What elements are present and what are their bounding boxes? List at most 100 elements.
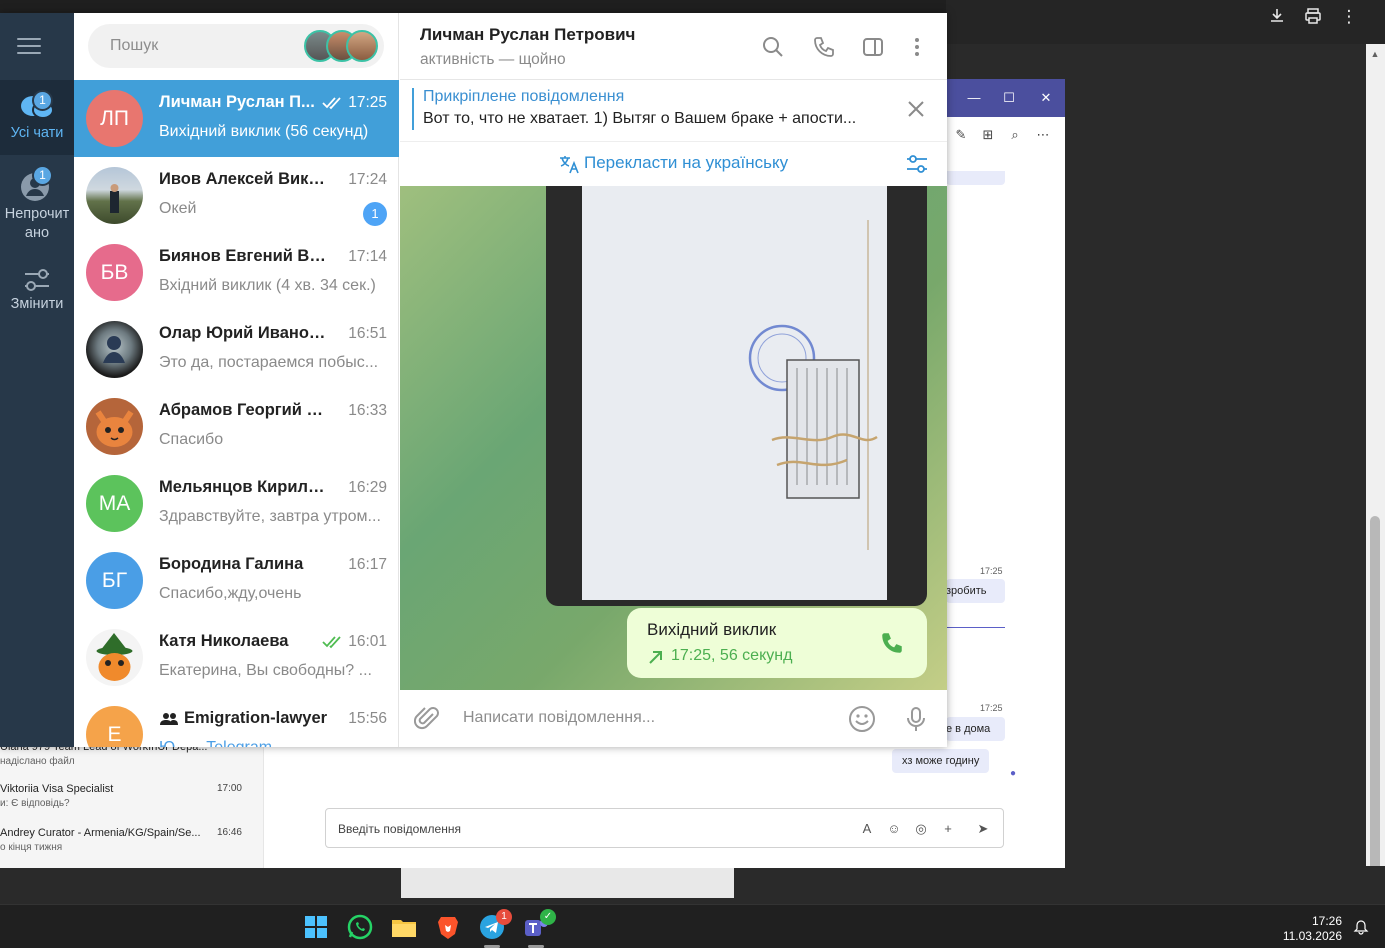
windows-start-icon[interactable] bbox=[302, 913, 330, 941]
attach-icon[interactable] bbox=[414, 705, 442, 733]
maximize-icon[interactable]: ☐ bbox=[999, 88, 1019, 108]
photo-message[interactable] bbox=[546, 186, 927, 606]
call-back-icon[interactable] bbox=[879, 630, 905, 656]
clock[interactable]: 17:26 11.03.2026 bbox=[1283, 914, 1342, 944]
message-bubble-fragment bbox=[946, 171, 1005, 185]
avatar bbox=[86, 167, 143, 224]
folder-edit[interactable]: Змінити bbox=[0, 267, 74, 327]
more-icon[interactable]: ⋯ bbox=[1034, 127, 1052, 145]
chat-list: Пошук ЛП Личман Руслан П... 17:25 Вихідн… bbox=[74, 13, 399, 747]
download-icon[interactable] bbox=[1266, 6, 1288, 28]
teams-message-input[interactable]: Введіть повідомлення A ☺ ◎ + ➤ bbox=[325, 808, 1004, 848]
avatar: E bbox=[86, 706, 143, 747]
teams-taskbar-icon[interactable]: ✓ bbox=[522, 909, 556, 941]
browser-toolbar: ⋮ bbox=[946, 0, 1385, 44]
avatar: МА bbox=[86, 475, 143, 532]
loop-icon[interactable]: ◎ bbox=[912, 820, 930, 838]
message-input[interactable]: Написати повідомлення... bbox=[463, 709, 655, 727]
more-icon[interactable] bbox=[905, 35, 929, 59]
seen-icon: ● bbox=[1010, 768, 1017, 779]
whatsapp-icon[interactable] bbox=[346, 913, 374, 941]
chat-rows: ЛП Личман Руслан П... 17:25 Вихідний вик… bbox=[74, 80, 399, 747]
print-icon[interactable] bbox=[1302, 6, 1324, 28]
add-icon[interactable]: + bbox=[939, 820, 957, 838]
minimize-icon[interactable]: — bbox=[964, 88, 984, 108]
close-icon[interactable]: ✕ bbox=[1036, 88, 1056, 108]
folder-unread[interactable]: 1 Непрочит ано bbox=[0, 163, 74, 249]
sidebar-toggle-icon[interactable] bbox=[861, 35, 885, 59]
new-messages-divider bbox=[946, 627, 1005, 628]
translate-icon bbox=[560, 156, 579, 174]
read-checks-icon bbox=[322, 97, 341, 110]
avatar: ЛП bbox=[86, 90, 143, 147]
sliders-icon bbox=[25, 269, 49, 291]
message-time: 17:25 bbox=[980, 566, 1003, 576]
message-time: 17:25 bbox=[980, 703, 1003, 713]
avatar: БВ bbox=[86, 244, 143, 301]
teams-chat-item[interactable]: Viktoriia Visa Specialist 17:00 и: Є від… bbox=[0, 783, 250, 809]
translate-settings-icon[interactable] bbox=[905, 153, 929, 175]
folder-all-chats[interactable]: 1 Усі чати bbox=[0, 80, 74, 155]
translate-bar[interactable]: Перекласти на українську bbox=[400, 142, 947, 186]
scrollbar-thumb[interactable] bbox=[1370, 516, 1380, 886]
chat-item-nikolaeva[interactable]: Катя Николаева 16:01 Екатерина, Вы свобо… bbox=[74, 619, 399, 696]
minimize-icon[interactable]: — bbox=[824, 13, 844, 21]
avatar bbox=[86, 398, 143, 455]
unread-badge: 1 bbox=[363, 202, 387, 226]
read-checks-icon bbox=[322, 636, 341, 649]
search-input[interactable]: Пошук bbox=[88, 24, 384, 68]
teams-chat-list: Ulana 979 Team Lead of WorkInUr Depa... … bbox=[0, 739, 264, 868]
taskbar: 1 ✓ 17:26 11.03.2026 bbox=[0, 904, 1385, 948]
emoji-icon[interactable]: ☺ bbox=[885, 820, 903, 838]
search-icon[interactable]: ⌕ bbox=[1006, 127, 1024, 145]
maximize-icon[interactable]: ☐ bbox=[870, 13, 890, 21]
edit-icon[interactable]: ✎ bbox=[952, 127, 970, 145]
apps-icon[interactable]: ⊞ bbox=[979, 127, 997, 145]
call-message[interactable]: Вихідний виклик 17:25, 56 секунд bbox=[627, 608, 927, 678]
chat-item-emigration-lawyer[interactable]: E Emigration-lawyer 15:56 Ю... ...Telegr… bbox=[74, 696, 399, 747]
search-icon[interactable] bbox=[761, 35, 785, 59]
document-photo bbox=[582, 186, 887, 600]
chat-name: Личман Руслан П... bbox=[159, 93, 315, 111]
close-icon[interactable]: ✕ bbox=[916, 13, 936, 21]
notification-bell-icon[interactable] bbox=[1353, 919, 1369, 935]
more-menu-icon[interactable]: ⋮ bbox=[1338, 6, 1360, 28]
telegram-window: 1 Усі чати 1 Непрочит ано Змінити Пошук … bbox=[0, 13, 947, 747]
close-pinned-icon[interactable] bbox=[907, 100, 925, 118]
menu-icon[interactable] bbox=[17, 38, 41, 59]
chat-item-biyanov[interactable]: БВ Биянов Евгений Вал... 17:14 Вхідний в… bbox=[74, 234, 399, 311]
phone-icon[interactable] bbox=[812, 35, 836, 59]
message-bubble: зробить bbox=[946, 579, 1005, 603]
send-icon[interactable]: ➤ bbox=[974, 820, 992, 838]
chat-item-borodina[interactable]: БГ Бородина Галина 16:17 Спасибо,жду,оче… bbox=[74, 542, 399, 619]
chat-item-ivov[interactable]: Ивов Алексей Викто... 17:24 Окей 1 bbox=[74, 157, 399, 234]
teams-titlebar: — ☐ ✕ bbox=[946, 79, 1065, 117]
chat-item-lychman[interactable]: ЛП Личман Руслан П... 17:25 Вихідний вик… bbox=[74, 80, 399, 157]
peer-status: активність — щойно bbox=[420, 51, 566, 68]
avatar: БГ bbox=[86, 552, 143, 609]
message-bubble: е в дома bbox=[946, 717, 1005, 741]
telegram-taskbar-icon[interactable]: 1 bbox=[478, 909, 512, 941]
peer-name[interactable]: Личман Руслан Петрович bbox=[420, 25, 635, 45]
story-avatar[interactable] bbox=[346, 30, 378, 62]
group-icon bbox=[160, 713, 178, 725]
stories-row[interactable] bbox=[304, 30, 378, 62]
chat-item-olar[interactable]: Олар Юрий Иванович 16:51 Это да, постара… bbox=[74, 311, 399, 388]
message-area[interactable]: Вихідний виклик 17:25, 56 секунд bbox=[400, 186, 947, 690]
composer: Написати повідомлення... bbox=[400, 690, 947, 747]
chat-item-melyantsov[interactable]: МА Мельянцов Кирилл ... 16:29 Здравствуй… bbox=[74, 465, 399, 542]
teams-chat-item[interactable]: Andrey Curator - Armenia/KG/Spain/Se... … bbox=[0, 827, 250, 853]
file-explorer-icon[interactable] bbox=[390, 913, 418, 941]
pinned-message-bar[interactable]: Прикріплене повідомлення Вот то, что не … bbox=[400, 80, 947, 142]
emoji-icon[interactable] bbox=[848, 705, 876, 733]
pdf-page-fragment bbox=[401, 866, 734, 898]
folder-rail: 1 Усі чати 1 Непрочит ано Змінити bbox=[0, 13, 74, 747]
microphone-icon[interactable] bbox=[902, 705, 930, 733]
chat-pane: — ☐ ✕ Личман Руслан Петрович активність … bbox=[400, 13, 947, 747]
scroll-up-icon[interactable]: ▲ bbox=[1368, 48, 1382, 60]
avatar bbox=[86, 629, 143, 686]
format-icon[interactable]: A bbox=[858, 820, 876, 838]
brave-browser-icon[interactable] bbox=[434, 913, 462, 941]
chat-item-abramov[interactable]: Абрамов Георгий Ле... 16:33 Спасибо bbox=[74, 388, 399, 465]
avatar bbox=[86, 321, 143, 378]
